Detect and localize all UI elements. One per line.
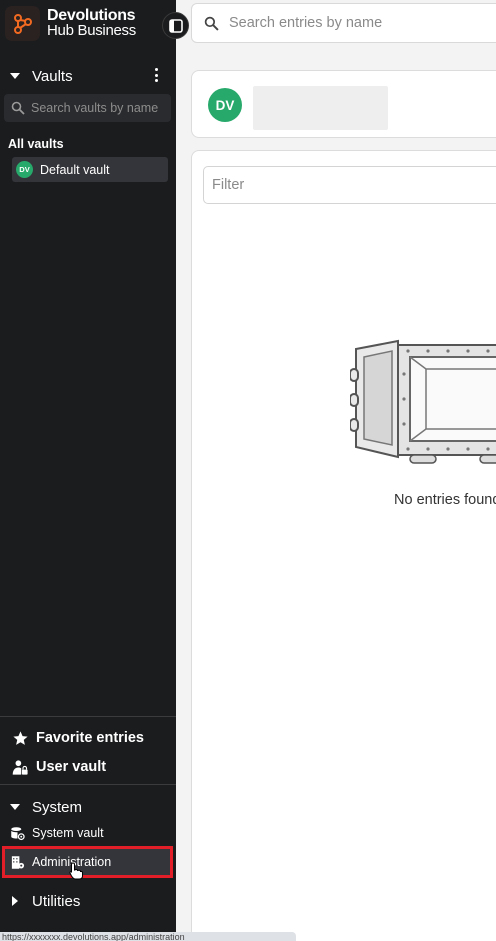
devolutions-logo-icon bbox=[5, 6, 40, 41]
vaults-title: Vaults bbox=[32, 67, 73, 85]
star-icon bbox=[11, 729, 29, 747]
system-vault-item[interactable]: System vault bbox=[0, 820, 176, 846]
highlight-annotation bbox=[2, 846, 173, 878]
collapse-sidebar-button[interactable] bbox=[162, 12, 189, 39]
chevron-down-icon bbox=[9, 804, 21, 810]
status-bar-url: https://xxxxxxx.devolutions.app/administ… bbox=[0, 932, 296, 941]
system-section-header[interactable]: System bbox=[0, 795, 176, 819]
vaults-section-header[interactable]: Vaults bbox=[0, 64, 176, 88]
entries-panel: No entries found bbox=[191, 150, 496, 941]
entry-search-input[interactable] bbox=[229, 15, 496, 31]
all-vaults-label: All vaults bbox=[8, 137, 64, 151]
database-gear-icon bbox=[9, 825, 25, 841]
chevron-right-icon bbox=[9, 896, 21, 906]
vault-header-card: DV bbox=[191, 70, 496, 138]
entry-search-box[interactable] bbox=[191, 3, 496, 43]
chevron-down-icon bbox=[9, 73, 21, 79]
vault-title-placeholder bbox=[253, 86, 388, 130]
vault-avatar-large: DV bbox=[208, 88, 242, 122]
sidebar: Devolutions Hub Business Vaults All vaul… bbox=[0, 0, 176, 941]
system-vault-label: System vault bbox=[32, 826, 104, 840]
brand-line2: Hub Business bbox=[47, 22, 136, 39]
main-content: DV No entries fo bbox=[176, 0, 496, 941]
vault-item-default[interactable]: DV Default vault bbox=[12, 157, 168, 182]
system-title: System bbox=[32, 798, 83, 816]
sidebar-toggle-icon bbox=[168, 18, 183, 33]
divider bbox=[0, 716, 176, 717]
empty-state-message: No entries found bbox=[394, 492, 496, 508]
search-icon bbox=[11, 101, 25, 115]
vault-name: Default vault bbox=[40, 162, 110, 177]
vault-search-input[interactable] bbox=[31, 101, 171, 115]
filter-box[interactable] bbox=[203, 166, 496, 204]
empty-safe-illustration bbox=[350, 339, 496, 464]
favorite-entries-label: Favorite entries bbox=[36, 730, 144, 746]
brand-name: Devolutions Hub Business bbox=[47, 7, 136, 39]
user-lock-icon bbox=[11, 758, 29, 776]
utilities-section-header[interactable]: Utilities bbox=[0, 889, 176, 913]
vault-avatar: DV bbox=[16, 161, 33, 178]
search-icon bbox=[204, 16, 219, 31]
vault-search-box[interactable] bbox=[4, 94, 171, 122]
more-options-icon[interactable] bbox=[154, 68, 158, 82]
divider bbox=[0, 784, 176, 785]
brand-line1: Devolutions bbox=[47, 7, 136, 24]
filter-input[interactable] bbox=[212, 177, 399, 193]
utilities-title: Utilities bbox=[32, 892, 81, 910]
brand-header[interactable]: Devolutions Hub Business bbox=[0, 0, 176, 46]
favorite-entries-item[interactable]: Favorite entries bbox=[0, 725, 176, 751]
user-vault-label: User vault bbox=[36, 759, 107, 775]
hand-cursor-icon bbox=[69, 862, 83, 880]
user-vault-item[interactable]: User vault bbox=[0, 754, 176, 780]
